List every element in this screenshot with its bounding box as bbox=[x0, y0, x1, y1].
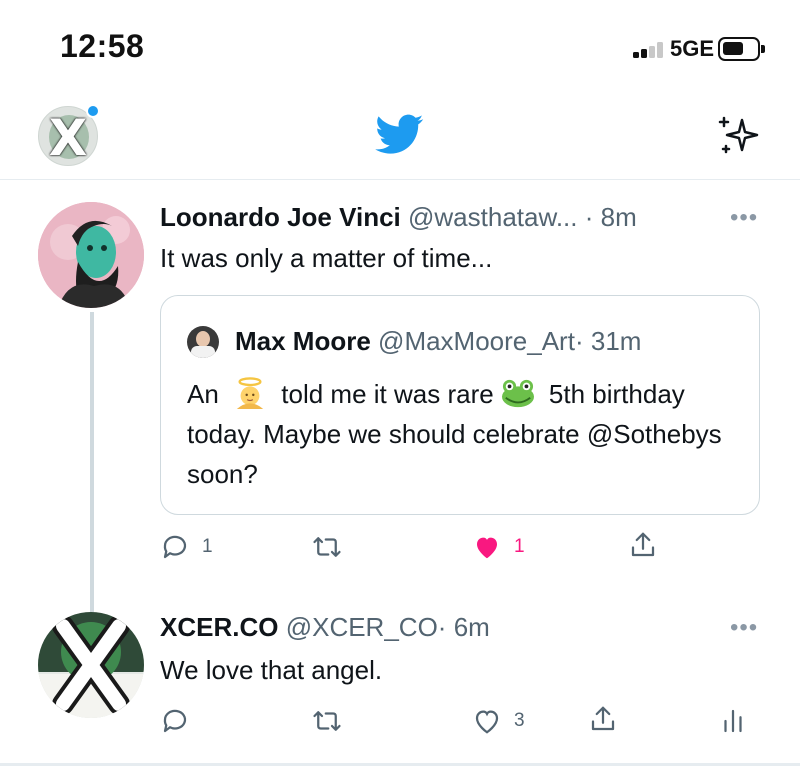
quoted-tweet-header: Max Moore @MaxMoore_Art· 31m bbox=[235, 326, 641, 357]
like-count: 3 bbox=[514, 710, 525, 731]
quoted-text-part2: told me it was rare bbox=[281, 379, 494, 409]
like-count: 1 bbox=[514, 536, 525, 557]
quoted-avatar bbox=[187, 326, 219, 358]
share-icon bbox=[631, 532, 655, 557]
heart-outline-icon bbox=[475, 710, 499, 734]
frog-emoji bbox=[501, 379, 534, 408]
share-button[interactable] bbox=[628, 530, 658, 560]
author-name[interactable]: Loonardo Joe Vinci bbox=[160, 202, 401, 232]
retweet-icon bbox=[313, 711, 341, 731]
author-handle[interactable]: @XCER_CO bbox=[286, 612, 438, 642]
tweet-text: We love that angel. bbox=[160, 655, 383, 685]
portrait-image bbox=[38, 202, 144, 308]
sparkle-icon[interactable] bbox=[712, 110, 762, 160]
thread-line bbox=[90, 312, 94, 612]
tweet-text: It was only a matter of time... bbox=[160, 243, 493, 273]
quoted-tweet-age: 31m bbox=[590, 326, 642, 356]
quoted-author-handle: @MaxMoore_Art bbox=[378, 326, 575, 356]
reply-icon bbox=[163, 709, 187, 733]
quoted-tweet-text: An told me it was rare 5th birthday toda… bbox=[187, 374, 747, 494]
author-handle[interactable]: @wasthataw... bbox=[408, 202, 577, 232]
avatar[interactable] bbox=[38, 202, 144, 308]
reply-count: 1 bbox=[202, 536, 213, 557]
angel-emoji bbox=[236, 377, 264, 409]
status-bar: 12:58 5GE bbox=[0, 0, 800, 90]
separator-dot: · bbox=[574, 326, 584, 356]
quoted-tweet-card[interactable]: Max Moore @MaxMoore_Art· 31m An told me … bbox=[160, 295, 760, 515]
more-options-icon[interactable]: ••• bbox=[730, 614, 758, 642]
twitter-bird-icon[interactable] bbox=[372, 110, 428, 158]
share-button[interactable] bbox=[588, 704, 618, 734]
retweet-icon bbox=[313, 537, 341, 557]
battery-icon bbox=[718, 37, 765, 61]
quoted-text-part1: An bbox=[187, 379, 219, 409]
timeline-header: X bbox=[0, 90, 800, 180]
quoted-author-name: Max Moore bbox=[235, 326, 371, 356]
more-options-icon[interactable]: ••• bbox=[730, 204, 758, 232]
heart-filled-icon bbox=[477, 537, 497, 559]
reply-button[interactable]: 1 bbox=[160, 532, 213, 562]
analytics-icon bbox=[724, 709, 742, 733]
tweet-age[interactable]: 6m bbox=[454, 612, 490, 642]
status-time: 12:58 bbox=[60, 28, 145, 64]
avatar[interactable] bbox=[38, 612, 144, 718]
tweet-header: Loonardo Joe Vinci @wasthataw... · 8m bbox=[160, 202, 637, 233]
tweet-age[interactable]: 8m bbox=[601, 202, 637, 232]
retweet-button[interactable] bbox=[312, 706, 342, 736]
share-icon bbox=[591, 706, 615, 731]
analytics-button[interactable] bbox=[718, 706, 748, 736]
network-type: 5GE bbox=[670, 36, 715, 61]
retweet-button[interactable] bbox=[312, 532, 342, 562]
xcer-logo-image bbox=[38, 612, 144, 718]
separator-dot: · bbox=[584, 202, 594, 232]
reply-icon bbox=[163, 535, 187, 559]
reply-button[interactable] bbox=[160, 706, 202, 736]
tweet-header: XCER.CO @XCER_CO· 6m bbox=[160, 612, 490, 643]
notification-dot bbox=[86, 104, 100, 118]
author-name[interactable]: XCER.CO bbox=[160, 612, 278, 642]
separator-dot: · bbox=[437, 612, 447, 642]
signal-strength-icon bbox=[633, 42, 667, 58]
like-button[interactable]: 3 bbox=[472, 706, 525, 736]
like-button[interactable]: 1 bbox=[472, 532, 525, 562]
